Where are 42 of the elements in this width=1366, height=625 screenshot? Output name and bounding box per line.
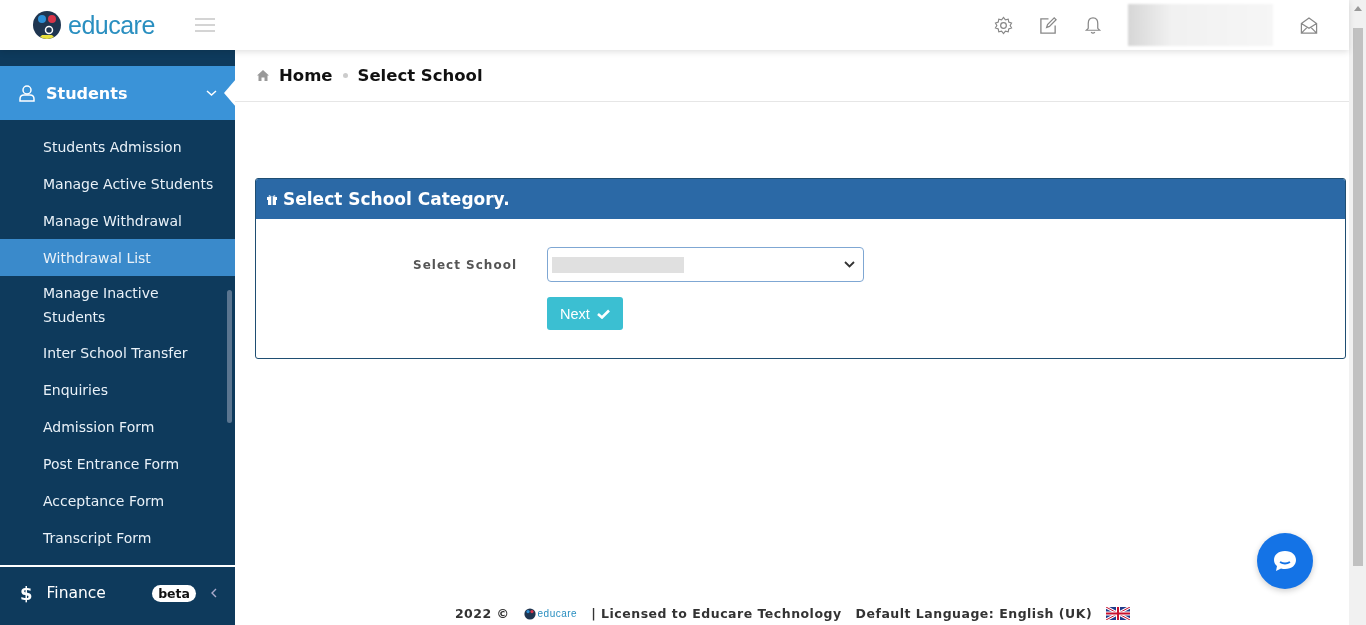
- language-text: Default Language: English (UK): [855, 606, 1093, 621]
- sidebar-item[interactable]: Manage Active Students: [0, 165, 235, 202]
- license-text: | Licensed to Educare Technology: [591, 606, 842, 621]
- sidebar-item[interactable]: Manage Withdrawal: [0, 202, 235, 239]
- scroll-up-icon[interactable]: [1353, 6, 1362, 11]
- sidebar-item[interactable]: Enquiries: [0, 371, 235, 408]
- beta-badge: beta: [152, 584, 196, 602]
- envelope-icon[interactable]: [1299, 15, 1319, 35]
- sidebar-item[interactable]: Transcript Form: [0, 519, 235, 556]
- dollar-icon: $: [20, 582, 33, 604]
- active-pointer: [224, 79, 236, 107]
- section-label: Finance: [46, 584, 106, 602]
- sidebar-item[interactable]: Acceptance Form: [0, 482, 235, 519]
- caret-icon: [844, 261, 855, 268]
- home-icon: [257, 70, 269, 81]
- section-label: Students: [46, 83, 128, 103]
- bell-icon[interactable]: [1084, 15, 1102, 35]
- footer-logo: educare: [523, 607, 578, 620]
- breadcrumb-item: Select School: [357, 66, 483, 85]
- chat-button[interactable]: [1257, 533, 1313, 589]
- edit-icon[interactable]: [1039, 15, 1058, 35]
- sidebar-item[interactable]: Post Entrance Form: [0, 445, 235, 482]
- copyright-text: 2022 ©: [454, 606, 510, 621]
- sidebar-section[interactable]: $ Finance beta: [0, 565, 235, 625]
- field-label: Select School: [412, 257, 517, 272]
- settings-icon[interactable]: [994, 15, 1013, 35]
- logo-text: educare: [68, 10, 155, 40]
- sidebar-item[interactable]: Manage Inactive Students: [0, 276, 235, 334]
- sidebar-item[interactable]: Admission Form: [0, 408, 235, 445]
- sidebar-item[interactable]: Inter School Transfer: [0, 334, 235, 371]
- user-icon: [18, 84, 36, 102]
- check-icon: [596, 308, 610, 319]
- chat-icon: [1272, 549, 1298, 573]
- chevron-icon[interactable]: [210, 588, 217, 598]
- flag-icon: [1106, 607, 1131, 620]
- logo-icon: [32, 10, 62, 40]
- scrollbar-thumb[interactable]: [1352, 28, 1363, 566]
- card-title: Select School Category.: [283, 189, 510, 209]
- school-select[interactable]: [547, 247, 864, 282]
- sidebar-item[interactable]: Students Admission: [0, 128, 235, 165]
- breadcrumb-item[interactable]: Home: [279, 66, 333, 85]
- gift-icon: [266, 193, 278, 205]
